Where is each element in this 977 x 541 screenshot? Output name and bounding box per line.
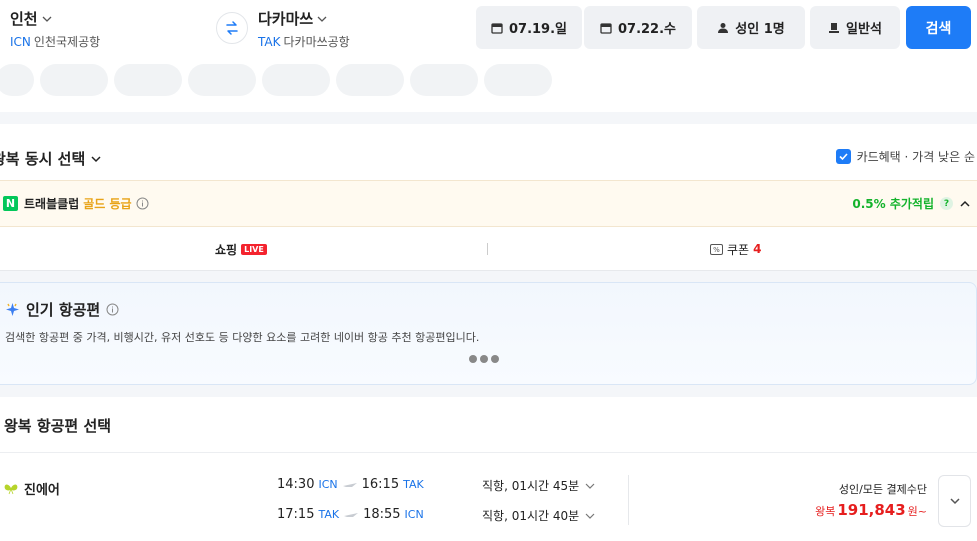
coupon-count: 4: [753, 242, 762, 256]
outbound-arr-time: 16:15: [361, 477, 400, 492]
popular-title: 인기 항공편: [26, 301, 101, 319]
calendar-icon: [491, 22, 503, 34]
swap-button[interactable]: [216, 12, 248, 44]
club-name: 트래블클럽: [24, 197, 80, 211]
price: 왕복 191,843 원~: [815, 501, 927, 519]
calendar-icon: [600, 22, 612, 34]
divider: [628, 475, 629, 525]
svg-text:%: %: [713, 246, 720, 254]
origin-code: ICN: [10, 35, 31, 49]
selection-mode-title: 왕복 동시 선택: [0, 150, 86, 168]
chevron-down-icon: [949, 498, 960, 505]
destination-name: 다카마쓰: [258, 10, 314, 28]
filter-chip[interactable]: [114, 64, 182, 96]
filter-chip[interactable]: [40, 64, 108, 96]
roundtrip-section: 왕복 항공편 선택 진에어 14:30 ICN 16:15 TAK 직항, 01…: [0, 397, 977, 541]
price-prefix: 왕복: [815, 505, 836, 518]
expand-button[interactable]: [938, 475, 971, 527]
airline-name: 진에어: [24, 483, 60, 498]
check-icon: [838, 153, 848, 161]
seat-icon: [829, 22, 840, 33]
inbound-dep-code: TAK: [318, 508, 340, 521]
filter-chip[interactable]: [0, 64, 34, 96]
tab-shopping-label: 쇼핑: [215, 242, 238, 257]
price-value: 191,843: [837, 501, 906, 519]
origin-airport: 인천국제공항: [33, 35, 101, 49]
filter-chip[interactable]: [484, 64, 552, 96]
naver-logo-icon: N: [3, 196, 18, 211]
sort-label: 카드혜택 · 가격 낮은 순: [856, 150, 975, 164]
airplane-icon: [342, 482, 357, 487]
inbound-duration[interactable]: 직항, 01시간 40분: [482, 507, 595, 524]
info-icon[interactable]: [106, 303, 119, 316]
checkbox-checked[interactable]: [835, 149, 851, 164]
chevron-down-icon: [585, 513, 595, 519]
filter-chip[interactable]: [336, 64, 404, 96]
origin-selector[interactable]: 인천 ICN 인천국제공항: [10, 8, 100, 50]
results-header-section: 왕복 동시 선택 카드혜택 · 가격 낮은 순 N 트래블클럽 골드 등급 0.…: [0, 124, 977, 271]
live-badge: LIVE: [241, 243, 267, 255]
inbound-arr-time: 18:55: [363, 507, 401, 522]
chevron-down-icon: [91, 155, 101, 162]
popular-description: 검색한 항공편 중 가격, 비행시간, 유저 선호도 등 다양한 요소를 고려한…: [5, 331, 480, 344]
outbound-duration[interactable]: 직항, 01시간 45분: [482, 477, 595, 494]
search-bar: 인천 ICN 인천국제공항 다카마쓰 TAK 다카마쓰공항 07.19.일 07.2…: [0, 0, 977, 112]
roundtrip-title: 왕복 항공편 선택: [4, 417, 112, 435]
chevron-up-icon[interactable]: [959, 198, 971, 210]
airline-logo-icon: [4, 484, 18, 494]
travel-club-banner[interactable]: N 트래블클럽 골드 등급 0.5% 추가적립 ?: [0, 180, 977, 227]
return-date-button[interactable]: 07.22.수: [584, 6, 692, 49]
tab-coupon[interactable]: % 쿠폰 4: [710, 241, 761, 258]
filter-chip[interactable]: [262, 64, 330, 96]
passenger-count: 성인 1명: [735, 22, 785, 37]
tab-shopping-live[interactable]: 쇼핑 LIVE: [215, 241, 267, 258]
person-icon: [718, 22, 729, 33]
coupon-icon: %: [710, 243, 723, 255]
return-date: 07.22.수: [617, 22, 677, 37]
inbound-dep-time: 17:15: [277, 507, 315, 522]
popular-flights-panel: 인기 항공편 검색한 항공편 중 가격, 비행시간, 유저 선호도 등 다양한 …: [0, 282, 977, 385]
chevron-down-icon: [585, 483, 595, 489]
airplane-icon: [344, 512, 359, 517]
promo-tabs: 쇼핑 LIVE % 쿠폰 4: [0, 228, 977, 271]
outbound-dep-code: ICN: [318, 478, 338, 491]
destination-selector[interactable]: 다카마쓰 TAK 다카마쓰공항: [258, 8, 350, 50]
outbound-arr-code: TAK: [403, 478, 424, 491]
loading-indicator: [469, 355, 499, 363]
chevron-down-icon: [317, 16, 327, 22]
passenger-button[interactable]: 성인 1명: [697, 6, 805, 49]
destination-code: TAK: [258, 35, 281, 49]
origin-name: 인천: [10, 10, 38, 28]
airline-info: 진에어: [4, 479, 60, 498]
club-reward: 0.5% 추가적립: [852, 197, 934, 211]
help-icon[interactable]: ?: [940, 197, 953, 210]
inbound-leg[interactable]: 17:15 TAK 18:55 ICN: [277, 507, 424, 522]
outbound-info: 직항, 01시간 45분: [482, 479, 580, 493]
club-grade: 골드 등급: [83, 197, 132, 211]
selection-mode-dropdown[interactable]: 왕복 동시 선택: [0, 148, 101, 169]
price-suffix: 원~: [907, 505, 927, 518]
inbound-arr-code: ICN: [404, 508, 424, 521]
sort-option[interactable]: 카드혜택 · 가격 낮은 순: [835, 148, 975, 165]
chevron-down-icon: [42, 16, 52, 22]
tab-divider: [487, 243, 488, 255]
filter-chip[interactable]: [188, 64, 256, 96]
destination-airport: 다카마쓰공항: [283, 35, 350, 49]
swap-icon: [226, 21, 238, 35]
divider: [0, 452, 977, 453]
cabin-button[interactable]: 일반석: [810, 6, 900, 49]
outbound-dep-time: 14:30: [277, 477, 315, 492]
cabin-class: 일반석: [846, 22, 882, 37]
filter-chip[interactable]: [410, 64, 478, 96]
price-label: 성인/모든 결제수단: [838, 483, 927, 496]
info-icon[interactable]: [136, 197, 149, 210]
outbound-leg[interactable]: 14:30 ICN 16:15 TAK: [277, 477, 424, 492]
depart-date: 07.19.일: [508, 22, 568, 37]
sparkle-icon: [6, 303, 19, 316]
depart-date-button[interactable]: 07.19.일: [476, 6, 582, 49]
inbound-info: 직항, 01시간 40분: [482, 509, 580, 523]
tab-coupon-label: 쿠폰: [727, 242, 750, 257]
search-button[interactable]: 검색: [906, 6, 971, 49]
